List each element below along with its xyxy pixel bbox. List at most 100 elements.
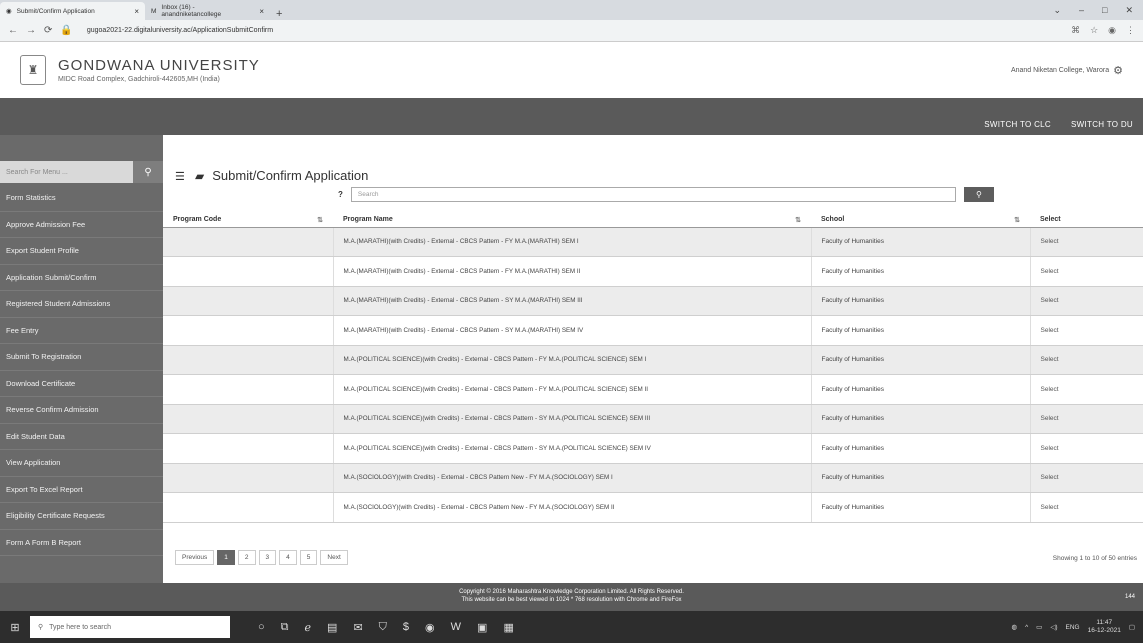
sort-icon[interactable]: ⇅ [317, 216, 323, 224]
select-link[interactable]: Select [1030, 256, 1143, 287]
college-name: Anand Niketan College, Warora [1010, 66, 1110, 74]
sidebar-item-download-certificate[interactable]: Download Certificate [0, 371, 163, 397]
column-header-select: Select [1030, 213, 1143, 228]
select-link[interactable]: Select [1030, 433, 1143, 464]
search-icon: ⚲ [38, 624, 44, 631]
battery-icon[interactable]: ▭ [1036, 623, 1042, 631]
sidebar-item-export-student-profile[interactable]: Export Student Profile [0, 238, 163, 265]
volume-icon[interactable]: ◁) [1050, 623, 1057, 631]
sidebar-item-form-statistics[interactable]: Form Statistics [0, 185, 163, 212]
program-name-cell: M.A.(POLITICAL SCIENCE)(with Credits) - … [333, 433, 812, 464]
school-cell: Faculty of Humanities [811, 315, 1031, 346]
taskbar-search[interactable]: ⚲ Type here to search [30, 616, 230, 638]
gear-icon[interactable]: ⚙ [1113, 64, 1123, 77]
sidebar-item-eligibility-certificate-requests[interactable]: Eligibility Certificate Requests [0, 503, 163, 530]
select-link[interactable]: Select [1030, 374, 1143, 405]
program-name-cell: M.A.(MARATHI)(with Credits) - External -… [333, 227, 812, 257]
hamburger-menu-icon[interactable]: ☰ [175, 170, 185, 183]
sidebar-item-submit-to-registration[interactable]: Submit To Registration [0, 344, 163, 371]
browser-note: This website can be best viewed in 1024 … [461, 597, 682, 603]
clock[interactable]: 11:47 16-12-2021 [1088, 619, 1121, 635]
reload-icon[interactable]: ⟳ [44, 25, 52, 36]
forward-icon[interactable]: → [26, 25, 36, 36]
menu-search-input[interactable]: Search For Menu ... [0, 169, 133, 176]
college-selector[interactable]: Anand Niketan College, Warora ⚙ [1011, 64, 1123, 77]
school-cell: Faculty of Humanities [811, 433, 1031, 464]
browser-tab-title: Submit/Confirm Application [16, 7, 95, 15]
minimize-icon[interactable]: – [1079, 5, 1084, 16]
new-tab-icon[interactable]: + [270, 8, 288, 20]
sidebar-item-reverse-confirm-admission[interactable]: Reverse Confirm Admission [0, 397, 163, 424]
sort-icon[interactable]: ⇅ [795, 216, 801, 224]
close-tab-icon[interactable]: × [134, 7, 139, 16]
select-link[interactable]: Select [1030, 404, 1143, 434]
select-link[interactable]: Select [1030, 315, 1143, 346]
file-explorer-icon[interactable]: ▤ [327, 621, 337, 634]
profile-icon[interactable]: ◉ [1108, 25, 1116, 36]
url-field[interactable]: gugoa2021-22.digitaluniversity.ac/Applic… [87, 27, 273, 34]
footer-counter: 144 [1124, 594, 1135, 600]
select-link[interactable]: Select [1030, 286, 1143, 316]
word-icon[interactable]: W [451, 621, 461, 634]
pagination-previous[interactable]: Previous [175, 550, 215, 565]
close-icon[interactable]: ✕ [1125, 5, 1133, 16]
mail-icon[interactable]: ✉ [353, 621, 362, 634]
select-link[interactable]: Select [1030, 345, 1143, 375]
task-view-icon[interactable]: ⧉ [281, 621, 289, 634]
switch-to-clc-link[interactable]: SWITCH TO CLC [974, 120, 1061, 135]
column-header-program-name[interactable]: Program Name ⇅ [333, 213, 811, 228]
windows-start-icon[interactable]: ⊞ [0, 621, 30, 634]
school-cell: Faculty of Humanities [811, 227, 1031, 257]
store-icon[interactable]: ⛉ [379, 621, 387, 634]
switch-to-du-link[interactable]: SWITCH TO DU [1061, 120, 1143, 135]
chevron-up-icon[interactable]: ^ [1025, 624, 1028, 631]
cortana-icon[interactable]: ○ [258, 621, 265, 634]
sidebar-item-export-to-excel-report[interactable]: Export To Excel Report [0, 477, 163, 503]
sidebar-item-edit-student-data[interactable]: Edit Student Data [0, 424, 163, 450]
column-header-program-code[interactable]: Program Code ⇅ [163, 213, 333, 228]
chevron-down-icon[interactable]: ⌄ [1053, 5, 1061, 16]
kebab-menu-icon[interactable]: ⋮ [1126, 25, 1135, 36]
notification-icon[interactable]: ▢ [1129, 623, 1135, 631]
sidebar-item-form-a-form-b-report[interactable]: Form A Form B Report [0, 530, 163, 556]
select-link[interactable]: Select [1030, 492, 1143, 523]
edge-icon[interactable]: ℯ [305, 621, 312, 634]
search-icon[interactable]: ⚲ [963, 187, 994, 202]
select-link[interactable]: Select [1030, 227, 1143, 257]
pagination-page-2[interactable]: 2 [237, 550, 256, 565]
column-header-school[interactable]: School ⇅ [811, 213, 1030, 228]
search-icon[interactable]: ⚲ [133, 161, 163, 183]
select-link[interactable]: Select [1030, 463, 1143, 493]
sidebar-item-registered-student-admissions[interactable]: Registered Student Admissions [0, 291, 163, 318]
browser-tab-inbox[interactable]: M Inbox (16) - anandniketancollege × [145, 2, 270, 20]
pagination-page-3[interactable]: 3 [258, 550, 277, 565]
address-bar: ← → ⟳ 🔒 gugoa2021-22.digitaluniversity.a… [0, 20, 1143, 42]
pagination-page-1[interactable]: 1 [217, 550, 235, 565]
network-icon[interactable]: ◍ [1011, 623, 1017, 631]
sidebar-item-approve-admission-fee[interactable]: Approve Admission Fee [0, 212, 163, 238]
sidebar-item-fee-entry[interactable]: Fee Entry [0, 318, 163, 344]
sidebar-item-application-submit-confirm[interactable]: Application Submit/Confirm [0, 265, 163, 291]
taskbar-search-input[interactable]: Type here to search [49, 624, 111, 631]
close-tab-icon[interactable]: × [259, 7, 264, 16]
sort-icon[interactable]: ⇅ [1014, 216, 1020, 224]
maximize-icon[interactable]: □ [1102, 5, 1107, 16]
photos-icon[interactable]: ▣ [477, 621, 487, 634]
chrome-icon[interactable]: ◉ [425, 621, 435, 634]
window-controls: ⌄ – □ ✕ [1053, 5, 1143, 20]
sidebar-item-view-application[interactable]: View Application [0, 450, 163, 477]
calendar-icon[interactable]: ▦ [503, 621, 513, 634]
back-icon[interactable]: ← [8, 25, 18, 36]
star-icon[interactable]: ☆ [1090, 25, 1098, 36]
translate-icon[interactable]: ⌘ [1071, 25, 1080, 36]
pagination-page-5[interactable]: 5 [299, 550, 318, 565]
pagination-page-4[interactable]: 4 [279, 550, 297, 565]
help-icon[interactable]: ? [338, 190, 343, 199]
table-row: M.A.(POLITICAL SCIENCE)(with Credits) - … [163, 433, 1143, 464]
pagination: Previous 1 2 3 4 5 Next [175, 550, 348, 565]
pagination-next[interactable]: Next [320, 550, 348, 565]
language-indicator[interactable]: ENG [1066, 624, 1080, 631]
table-search-input[interactable]: Search [350, 187, 956, 202]
app-icon[interactable]: $ [403, 621, 409, 634]
browser-tab-active[interactable]: ◉ Submit/Confirm Application × [0, 2, 145, 20]
